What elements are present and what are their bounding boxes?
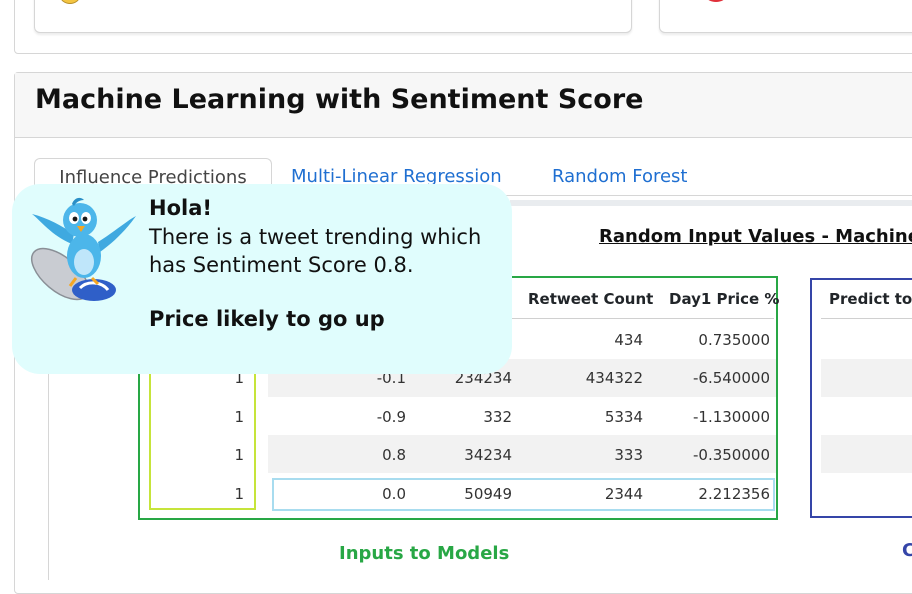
table-cell-price: 2.212356 bbox=[698, 485, 770, 503]
table-cell-followers: 50949 bbox=[464, 485, 512, 503]
twitter-bird-surfer-icon bbox=[31, 197, 136, 301]
random-input-title: Random Input Values - Machine bbox=[599, 226, 912, 247]
table-cell-sentiment: 0.8 bbox=[382, 446, 406, 464]
tab-random-forest[interactable]: Random Forest bbox=[552, 158, 687, 196]
column-header-predict: Predict to I bbox=[829, 290, 912, 308]
predict-header-rule bbox=[821, 318, 912, 319]
table-cell-sentiment: 0.0 bbox=[382, 485, 406, 503]
top-inner-card-right bbox=[659, 0, 912, 33]
table-cell-retweet: 2344 bbox=[604, 485, 643, 503]
column-header-retweet-count: Retweet Count bbox=[528, 290, 654, 308]
ml-section-title: Machine Learning with Sentiment Score bbox=[35, 84, 644, 115]
table-cell-followers: 332 bbox=[483, 408, 512, 426]
table-cell-index: 1 bbox=[234, 408, 244, 426]
table-cell-price: 0.735000 bbox=[698, 331, 770, 349]
table-cell-retweet: 434 bbox=[614, 331, 643, 349]
panel-top-rule bbox=[510, 200, 912, 206]
table-cell-retweet: 333 bbox=[614, 446, 643, 464]
top-inner-card-left bbox=[34, 0, 632, 33]
notification-conclusion: Price likely to go up bbox=[149, 307, 385, 331]
column-header-day1-price: Day1 Price % bbox=[669, 290, 780, 308]
table-cell-price: -0.350000 bbox=[693, 446, 770, 464]
table-cell-retweet: 5334 bbox=[604, 408, 643, 426]
ml-card-header: Machine Learning with Sentiment Score bbox=[15, 73, 912, 138]
table-cell-index: 1 bbox=[234, 446, 244, 464]
table-cell-price: -1.130000 bbox=[693, 408, 770, 426]
table-cell-price: -6.540000 bbox=[693, 369, 770, 387]
predictions-table-box bbox=[810, 278, 912, 518]
inputs-to-models-label: Inputs to Models bbox=[339, 543, 510, 564]
notification-message: There is a tweet trending which has Sent… bbox=[149, 225, 482, 277]
predictions-label: C bbox=[902, 540, 912, 561]
table-cell-index: 1 bbox=[234, 485, 244, 503]
notification-greeting: Hola! bbox=[149, 196, 212, 220]
table-cell-sentiment: -0.9 bbox=[376, 408, 406, 426]
table-cell-followers: 34234 bbox=[464, 446, 512, 464]
table-cell-retweet: 434322 bbox=[585, 369, 643, 387]
